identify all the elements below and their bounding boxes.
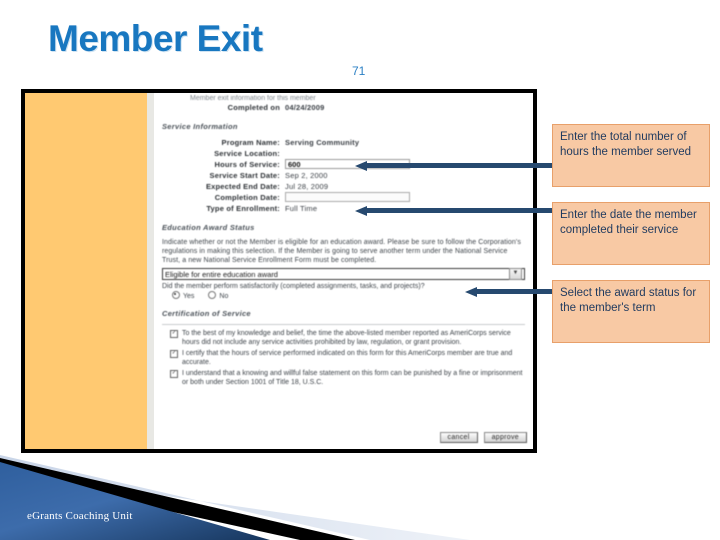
- app-content-panel: Member exit information for this member …: [154, 93, 533, 449]
- arrow-to-award-status-select: [465, 287, 555, 297]
- certification-checkbox-item: ✓ I certify that the hours of service pe…: [162, 349, 525, 367]
- certification-text: I understand that a knowing and willful …: [182, 370, 523, 386]
- education-award-status-selected-value: Eligible for entire education award: [165, 269, 278, 279]
- type-of-enrollment-label: Type of Enrollment:: [206, 204, 280, 213]
- arrow-shaft: [476, 289, 555, 294]
- field-completion-date: Completion Date:: [172, 192, 525, 203]
- sidebar-divider: [147, 93, 154, 449]
- program-name-value: Serving Community: [285, 138, 360, 147]
- certification-text: I certify that the hours of service perf…: [182, 350, 513, 366]
- app-sidebar: [25, 93, 147, 449]
- education-award-instructions: Indicate whether or not the Member is el…: [162, 239, 521, 264]
- section-divider: [162, 324, 525, 325]
- completed-on-row: Completed on 04/24/2009: [172, 102, 525, 113]
- expected-end-date-label: Expected End Date:: [205, 182, 280, 191]
- arrow-to-completion-date-field: [355, 206, 555, 216]
- type-of-enrollment-value: Full Time: [285, 204, 318, 213]
- completed-on-label: Completed on: [227, 103, 280, 112]
- slide-number: 71: [352, 64, 366, 78]
- certification-text: To the best of my knowledge and belief, …: [182, 330, 511, 346]
- completion-date-input[interactable]: [285, 192, 410, 202]
- chevron-down-icon[interactable]: ▼: [509, 268, 522, 280]
- certification-checkbox-item: ✓ I understand that a knowing and willfu…: [162, 369, 525, 387]
- education-award-status-heading: Education Award Status: [162, 223, 255, 232]
- certification-checkbox-item: ✓ To the best of my knowledge and belief…: [162, 329, 525, 347]
- footer-banner: [0, 452, 720, 540]
- radio-no-label: No: [219, 293, 229, 300]
- expected-end-date-value: Jul 28, 2009: [285, 182, 329, 191]
- certification-of-service-heading: Certification of Service: [162, 309, 251, 318]
- radio-option-no[interactable]: No: [208, 291, 228, 300]
- radio-option-yes[interactable]: Yes: [172, 291, 194, 300]
- service-information-heading: Service Information: [162, 122, 238, 131]
- arrow-shaft: [366, 163, 555, 168]
- clipped-header-text: Member exit information for this member: [190, 95, 316, 102]
- service-start-date-label: Service Start Date:: [209, 171, 280, 180]
- callout-completion-date: Enter the date the member completed thei…: [552, 202, 710, 265]
- radio-yes-label: Yes: [183, 293, 195, 300]
- arrow-shaft: [366, 208, 555, 213]
- approve-button[interactable]: approve: [483, 432, 527, 443]
- field-service-location: Service Location:: [172, 148, 525, 159]
- checkbox-checked-icon[interactable]: ✓: [170, 350, 178, 358]
- page-title: Member Exit: [48, 18, 263, 59]
- completed-on-value: 04/24/2009: [285, 103, 325, 112]
- field-expected-end-date: Expected End Date: Jul 28, 2009: [172, 181, 525, 192]
- form-button-bar: cancel approve: [439, 432, 527, 443]
- radio-yes-icon[interactable]: [172, 291, 180, 299]
- cancel-button[interactable]: cancel: [439, 432, 478, 443]
- radio-no-icon[interactable]: [208, 291, 217, 299]
- field-program-name: Program Name: Serving Community: [172, 137, 525, 148]
- callout-award-status: Select the award status for the member's…: [552, 280, 710, 343]
- completion-date-label: Completion Date:: [214, 193, 280, 202]
- service-location-label: Service Location:: [214, 149, 280, 158]
- footer-label: eGrants Coaching Unit: [27, 510, 133, 522]
- education-award-status-select[interactable]: Eligible for entire education award ▼: [162, 268, 525, 280]
- program-name-label: Program Name:: [221, 138, 280, 147]
- service-start-date-value: Sep 2, 2000: [285, 171, 328, 180]
- callout-hours-served: Enter the total number of hours the memb…: [552, 124, 710, 187]
- checkbox-checked-icon[interactable]: ✓: [170, 370, 178, 378]
- application-screenshot: Member exit information for this member …: [21, 89, 537, 453]
- footer-banner-graphic: [0, 455, 470, 540]
- field-service-start-date: Service Start Date: Sep 2, 2000: [172, 170, 525, 181]
- hours-of-service-label: Hours of Service:: [214, 160, 280, 169]
- checkbox-checked-icon[interactable]: ✓: [170, 330, 178, 338]
- arrow-to-hours-field: [355, 161, 555, 171]
